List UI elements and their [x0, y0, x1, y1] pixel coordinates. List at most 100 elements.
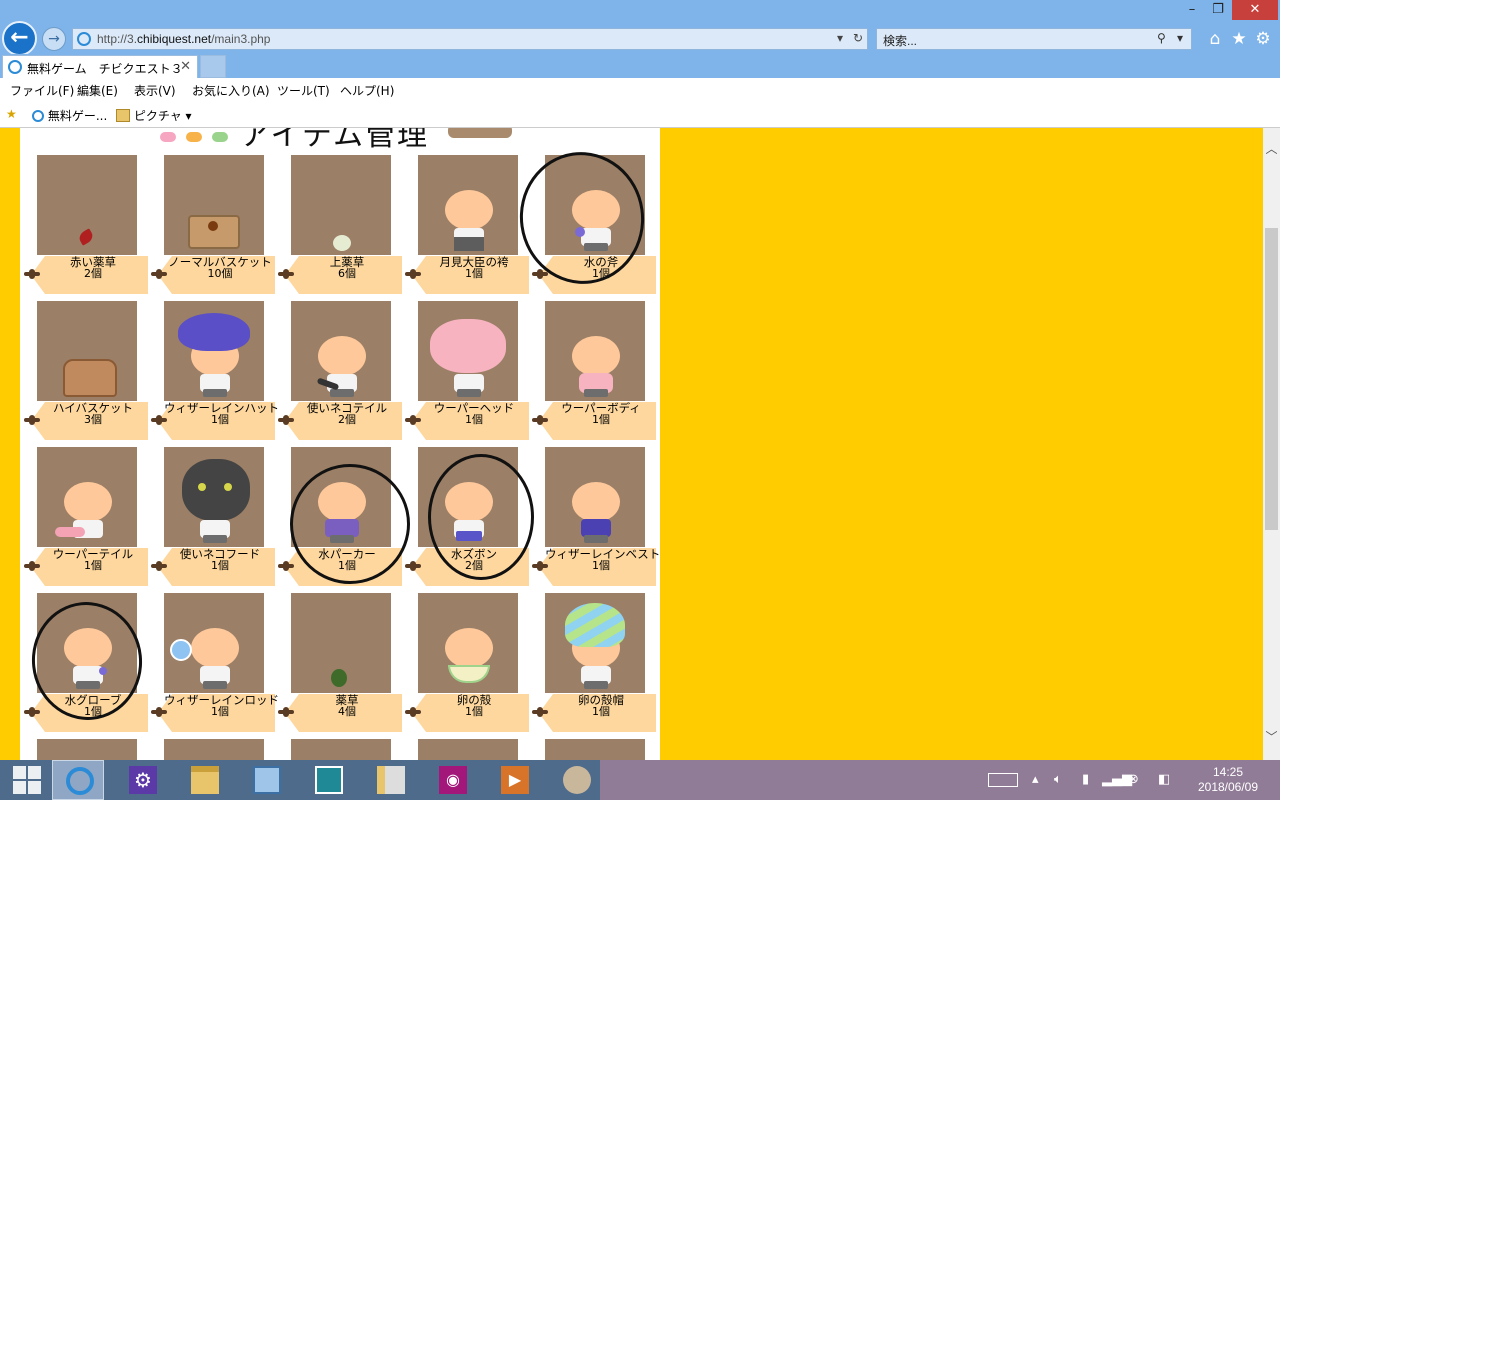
gear-icon[interactable]: ⚙ — [1253, 28, 1273, 50]
favorite-folder-pictures[interactable]: ピクチャ ▾ — [116, 107, 192, 124]
restore-button[interactable]: ❐ — [1204, 0, 1232, 20]
item-card[interactable]: ウーパーボディ 1個 — [528, 274, 656, 440]
wizard-rain-vest-icon — [545, 447, 645, 547]
menu-edit[interactable]: 編集(E) — [77, 82, 118, 99]
menu-help[interactable]: ヘルプ(H) — [340, 82, 394, 99]
scroll-up-icon[interactable]: ︿ — [1263, 140, 1280, 157]
item-card[interactable]: ハイバスケット 3個 — [20, 274, 148, 440]
item-card[interactable]: 卵の殻帽 1個 — [528, 566, 656, 732]
tab-close-icon[interactable]: ✕ — [180, 59, 191, 74]
favorite-folder-label: ピクチャ ▾ — [133, 109, 192, 123]
item-card[interactable]: 使いネコテイル 2個 — [274, 274, 402, 440]
item-card[interactable]: 赤い薬草 2個 — [20, 128, 148, 294]
item-tile-partial — [164, 739, 264, 760]
favorite-link-game[interactable]: 無料ゲー... — [32, 107, 107, 124]
premium-herb-icon — [291, 155, 391, 255]
item-card[interactable]: ウィザーレインハット 1個 — [147, 274, 279, 440]
search-dropdown-icon[interactable]: ▾ — [1177, 31, 1183, 45]
item-card[interactable]: ウーパーテイル 1個 — [20, 420, 148, 586]
item-tile-partial — [37, 739, 137, 760]
folder-icon — [377, 766, 405, 794]
dropdown-icon[interactable]: ▾ — [837, 31, 843, 45]
menu-favorites[interactable]: お気に入り(A) — [192, 82, 270, 99]
item-qty: 1個 — [592, 705, 610, 718]
tab-row: 無料ゲーム チビクエスト３ ✕ — [0, 54, 1280, 78]
taskbar-paint[interactable] — [550, 760, 602, 800]
add-favorite-star-icon[interactable]: ★ — [6, 107, 17, 121]
taskbar-camera[interactable]: ◉ — [426, 760, 478, 800]
refresh-icon[interactable]: ↻ — [853, 31, 863, 45]
home-icon[interactable]: ⌂ — [1205, 28, 1225, 50]
item-card[interactable]: ウィザーレインベスト 1個 — [528, 420, 660, 586]
hand-drawn-circle — [428, 454, 534, 580]
item-tile-partial — [545, 739, 645, 760]
taskbar-control-panel[interactable] — [240, 760, 292, 800]
camera-icon: ◉ — [439, 766, 467, 794]
address-bar[interactable]: http://3.chibiquest.net/main3.php ▾ ↻ — [72, 28, 868, 50]
taskbar-settings[interactable]: ⚙ — [116, 760, 168, 800]
show-hidden-icons[interactable]: ▴ — [1032, 772, 1039, 787]
close-window-button[interactable]: ✕ — [1232, 0, 1278, 20]
red-herb-icon — [37, 155, 137, 255]
taskbar-internet-explorer[interactable] — [52, 760, 104, 800]
item-card[interactable]: 使いネコフード 1個 — [147, 420, 275, 586]
item-card[interactable]: ウィザーレインロッド 1個 — [147, 566, 279, 732]
wallpaper-strip — [600, 760, 1280, 800]
clock-date: 2018/06/09 — [1197, 780, 1259, 794]
item-card[interactable]: ノーマルバスケット 10個 — [147, 128, 275, 294]
tab-chibiquest[interactable]: 無料ゲーム チビクエスト３ ✕ — [2, 55, 198, 78]
upa-tail-icon — [37, 447, 137, 547]
menu-file[interactable]: ファイル(F) — [10, 82, 74, 99]
start-button[interactable] — [0, 760, 52, 800]
favorite-label: 無料ゲー... — [47, 109, 108, 123]
scroll-thumb[interactable] — [1265, 228, 1278, 530]
back-button[interactable]: ← — [2, 21, 37, 56]
screen: – ❐ ✕ ← → http://3.chibiquest.net/main3.… — [0, 0, 1280, 800]
herb-icon — [291, 593, 391, 693]
tab-title: 無料ゲーム チビクエスト３ — [27, 62, 183, 76]
item-card[interactable]: 卵の殻 1個 — [401, 566, 529, 732]
item-card[interactable]: 上薬草 6個 — [274, 128, 402, 294]
folder-icon — [116, 109, 130, 122]
volume-icon[interactable]: 🔈︎ — [1054, 772, 1062, 787]
network-disconnected-icon[interactable]: ⊗ — [1128, 772, 1139, 787]
clock-time: 14:25 — [1212, 765, 1244, 779]
minimize-button[interactable]: – — [1178, 0, 1206, 20]
moon-minister-hakama-icon — [418, 155, 518, 255]
item-card[interactable]: ウーパーヘッド 1個 — [401, 274, 529, 440]
taskbar-folder[interactable] — [364, 760, 416, 800]
item-panel: アイテム管理 赤い薬草 2個 ノーマルバスケット 10個 上薬草 6個 月見大臣… — [20, 128, 660, 760]
favorites-star-icon[interactable]: ★ — [1229, 28, 1249, 50]
search-box[interactable]: 検索... ⚲ ▾ — [876, 28, 1192, 50]
item-qty: 4個 — [338, 705, 356, 718]
internet-explorer-icon — [66, 767, 94, 795]
item-qty: 1個 — [211, 705, 229, 718]
wizard-rain-rod-icon — [164, 593, 264, 693]
ie-fav-icon — [32, 110, 44, 122]
taskbar-video[interactable]: ▶ — [488, 760, 540, 800]
eggshell-hat-icon — [545, 593, 645, 693]
taskbar-file-explorer[interactable] — [178, 760, 230, 800]
upa-head-icon — [418, 301, 518, 401]
action-center-icon[interactable]: ◧ — [1158, 772, 1170, 787]
system-clock[interactable]: 14:25 2018/06/09 — [1186, 765, 1270, 795]
item-card[interactable]: 月見大臣の袴 1個 — [401, 128, 529, 294]
windows-logo-icon — [13, 766, 41, 794]
normal-basket-icon — [164, 155, 264, 255]
menu-tools[interactable]: ツール(T) — [277, 82, 330, 99]
new-tab-button[interactable] — [200, 55, 226, 78]
forward-button[interactable]: → — [42, 27, 66, 51]
item-tile-partial — [418, 739, 518, 760]
settings-gear-icon: ⚙ — [129, 766, 157, 794]
menu-view[interactable]: 表示(V) — [134, 82, 176, 99]
address-url: http://3.chibiquest.net/main3.php — [97, 32, 271, 46]
browser-titlebar: – ❐ ✕ ← → http://3.chibiquest.net/main3.… — [0, 0, 1280, 56]
battery-icon[interactable]: ▮ — [1082, 772, 1089, 787]
taskbar-photos[interactable] — [302, 760, 354, 800]
keyboard-icon[interactable] — [988, 773, 1018, 787]
menu-bar: ファイル(F) 編集(E) 表示(V) お気に入り(A) ツール(T) ヘルプ(… — [0, 78, 1280, 102]
item-card[interactable]: 薬草 4個 — [274, 566, 402, 732]
search-icon[interactable]: ⚲ — [1157, 31, 1166, 45]
scroll-down-icon[interactable]: ﹀ — [1263, 728, 1280, 745]
vertical-scrollbar[interactable]: ︿ ﹀ — [1263, 128, 1280, 760]
